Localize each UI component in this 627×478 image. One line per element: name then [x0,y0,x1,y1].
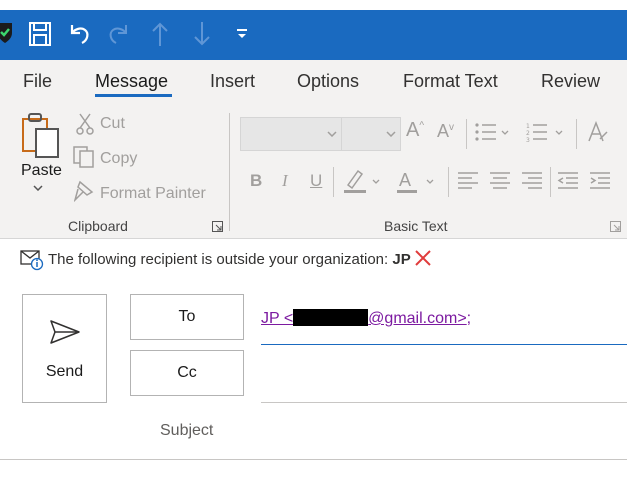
cc-label: Cc [177,364,197,381]
tab-message[interactable]: Message [95,71,168,92]
down-arrow-icon[interactable] [192,21,212,47]
send-button[interactable]: Send [22,294,107,403]
paste-button[interactable]: Paste [21,162,62,180]
recipient-separator: ; [466,310,472,327]
divider [550,167,551,197]
copy-button[interactable]: Copy [100,150,137,168]
clear-formatting-icon[interactable] [586,121,610,143]
svg-text:2: 2 [526,130,530,137]
subject-field-underline[interactable] [0,459,627,460]
format-painter-button[interactable]: Format Painter [100,185,206,203]
group-separator [229,113,230,231]
copy-icon [72,145,96,169]
active-tab-indicator [95,94,172,97]
divider [333,167,334,197]
mail-info-icon [20,249,44,271]
tab-format-text[interactable]: Format Text [403,71,498,92]
cut-button[interactable]: Cut [100,115,125,133]
tab-file[interactable]: File [23,71,52,92]
infobar-recipient-name: JP [392,251,411,268]
decrease-indent-icon[interactable] [557,171,579,189]
tab-options[interactable]: Options [297,71,359,92]
scissors-icon [76,113,94,135]
increase-indent-icon[interactable] [589,171,611,189]
save-icon[interactable] [28,21,52,47]
align-left-icon[interactable] [457,171,479,189]
tab-review[interactable]: Review [541,71,600,92]
infobar-text: The following recipient is outside your … [48,251,411,268]
divider [466,119,467,149]
divider [448,167,449,197]
align-center-icon[interactable] [489,171,511,189]
send-label: Send [45,363,84,380]
ribbon-tabs: File Message Insert Options Format Text … [0,60,627,105]
redacted-block [293,309,369,326]
italic-button[interactable]: I [282,171,288,191]
svg-text:1: 1 [526,123,530,130]
numbering-icon[interactable]: 123 [526,122,564,142]
underline-button[interactable]: U [310,171,322,191]
svg-text:3: 3 [526,137,530,142]
bullets-icon[interactable] [474,122,510,142]
format-painter-icon [74,180,96,202]
basic-text-group-label: Basic Text [384,218,448,234]
shrink-font-icon[interactable]: Av [437,121,454,142]
infobar-message: The following recipient is outside your … [48,251,393,268]
highlight-icon[interactable] [342,167,384,197]
recipient-chip[interactable]: JP < @gmail.com> [261,309,467,327]
send-icon [49,319,81,345]
title-bar [0,10,627,60]
to-field-underline [261,344,627,345]
up-arrow-icon[interactable] [150,21,170,47]
to-label: To [178,308,196,325]
cc-button[interactable]: Cc [130,350,244,396]
chevron-down-icon[interactable] [33,185,43,191]
align-right-icon[interactable] [521,171,543,189]
to-field[interactable]: JP < @gmail.com>; [261,309,471,328]
subject-label: Subject [160,422,214,439]
clipboard-group-label: Clipboard [68,218,128,234]
to-button[interactable]: To [130,294,244,340]
tab-insert[interactable]: Insert [210,71,255,92]
font-size-select[interactable] [341,117,401,151]
dialog-launcher-icon[interactable] [212,221,223,232]
ribbon: Paste Cut Copy Format Painter Clipboard … [0,105,627,239]
grow-font-icon[interactable]: A^ [406,119,424,142]
bold-button[interactable]: B [250,171,262,191]
undo-icon[interactable] [66,21,92,47]
paste-icon[interactable] [20,111,64,161]
recipient-suffix: @gmail.com> [368,310,467,327]
svg-text:A: A [399,170,411,190]
dialog-launcher-icon[interactable] [610,221,621,232]
font-name-select[interactable] [240,117,342,151]
recipient-prefix: JP < [261,310,294,327]
customize-toolbar-icon[interactable] [236,28,248,40]
divider [576,119,577,149]
font-color-icon[interactable]: A [396,167,438,197]
redo-icon[interactable] [106,21,132,47]
shield-check-icon [0,22,14,44]
cc-field-underline[interactable] [261,402,627,403]
remove-recipient-icon[interactable] [414,249,432,267]
